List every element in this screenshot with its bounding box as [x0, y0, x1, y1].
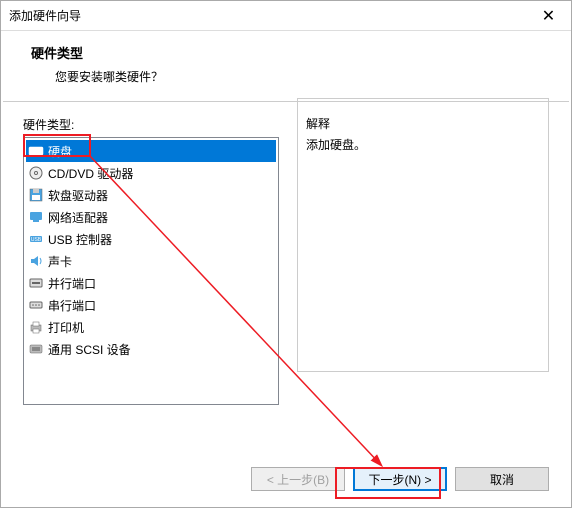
cancel-button[interactable]: 取消 [455, 467, 549, 491]
list-item[interactable]: CD/DVD 驱动器 [26, 162, 276, 184]
close-button[interactable]: ✕ [526, 1, 571, 31]
list-item[interactable]: 并行端口 [26, 272, 276, 294]
list-item[interactable]: USB USB 控制器 [26, 228, 276, 250]
list-item[interactable]: 网络适配器 [26, 206, 276, 228]
hardware-type-list[interactable]: 硬盘 CD/DVD 驱动器软盘驱动器网络适配器 USB USB 控制器声卡并行端口串行… [23, 137, 279, 405]
cd-icon [28, 165, 44, 181]
list-item[interactable]: 打印机 [26, 316, 276, 338]
list-item-label: USB 控制器 [48, 231, 112, 248]
printer-icon [28, 319, 44, 335]
hardware-type-panel: 硬件类型: 硬盘 CD/DVD 驱动器软盘驱动器网络适配器 USB USB 控制器声卡… [23, 116, 279, 405]
network-icon [28, 209, 44, 225]
list-item-label: 硬盘 [48, 143, 72, 160]
content: 硬件类型: 硬盘 CD/DVD 驱动器软盘驱动器网络适配器 USB USB 控制器声卡… [1, 102, 571, 405]
parallel-icon [28, 275, 44, 291]
wizard-footer: < 上一步(B) 下一步(N) > 取消 [23, 467, 549, 491]
wizard-header: 硬件类型 您要安装哪类硬件？ [1, 31, 571, 101]
serial-icon [28, 297, 44, 313]
explanation-label: 解释 [306, 115, 540, 132]
list-item[interactable]: 软盘驱动器 [26, 184, 276, 206]
list-item[interactable]: 串行端口 [26, 294, 276, 316]
list-item[interactable]: 硬盘 [26, 140, 276, 162]
usb-icon: USB [28, 231, 44, 247]
close-icon: ✕ [542, 6, 555, 26]
page-subtitle: 您要安装哪类硬件？ [31, 68, 571, 85]
list-item-label: 并行端口 [48, 275, 96, 292]
list-item-label: 通用 SCSI 设备 [48, 341, 131, 358]
title-bar: 添加硬件向导 ✕ [1, 1, 571, 31]
explanation-text: 添加硬盘。 [306, 136, 540, 153]
explanation-panel: 解释 添加硬盘。 [297, 116, 549, 405]
explanation-box: 解释 添加硬盘。 [297, 98, 549, 372]
list-item[interactable]: 通用 SCSI 设备 [26, 338, 276, 360]
harddisk-icon [28, 143, 44, 159]
svg-text:USB: USB [31, 237, 42, 243]
list-item-label: 串行端口 [48, 297, 96, 314]
sound-icon [28, 253, 44, 269]
list-item-label: 声卡 [48, 253, 72, 270]
page-heading: 硬件类型 [31, 43, 571, 62]
list-item-label: CD/DVD 驱动器 [48, 165, 133, 182]
floppy-icon [28, 187, 44, 203]
list-item-label: 打印机 [48, 319, 84, 336]
next-button[interactable]: 下一步(N) > [353, 467, 447, 491]
scsi-icon [28, 341, 44, 357]
back-button: < 上一步(B) [251, 467, 345, 491]
window-title: 添加硬件向导 [9, 7, 81, 24]
hardware-type-label: 硬件类型: [23, 116, 279, 133]
list-item-label: 软盘驱动器 [48, 187, 108, 204]
list-item[interactable]: 声卡 [26, 250, 276, 272]
list-item-label: 网络适配器 [48, 209, 108, 226]
